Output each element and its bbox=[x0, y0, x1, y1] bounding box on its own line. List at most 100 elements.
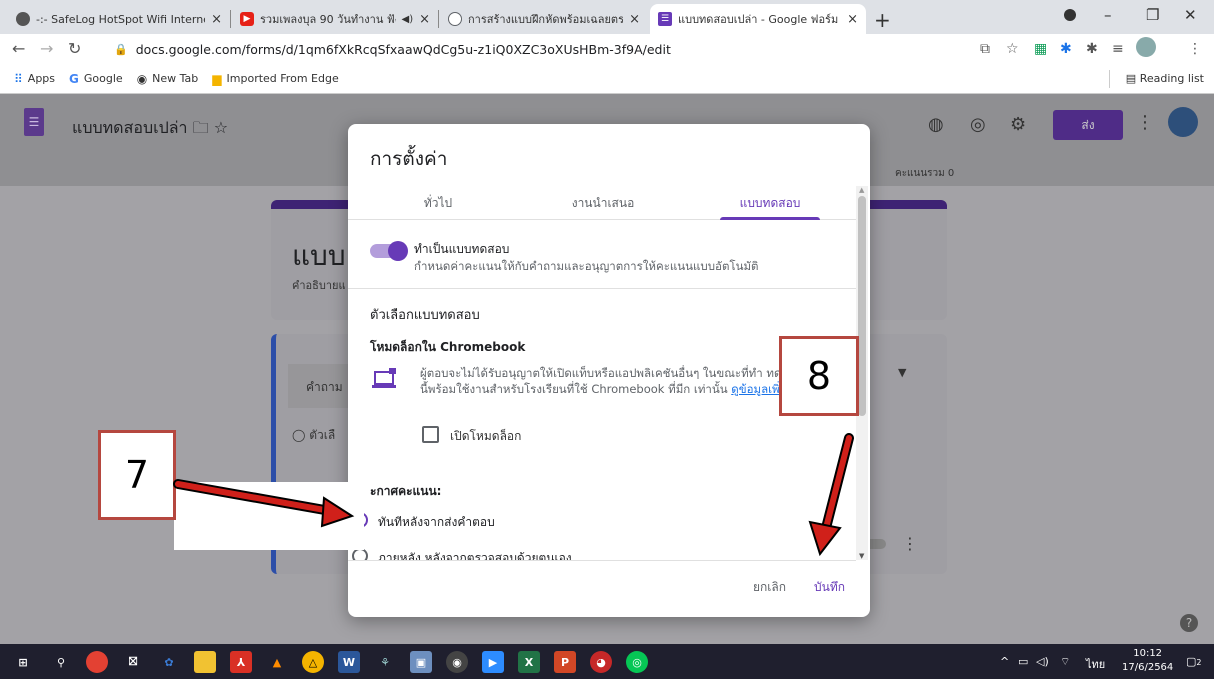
address-bar[interactable]: 🔒 docs.google.com/forms/d/1qm6fXkRcqSfxa… bbox=[104, 37, 964, 61]
back-button[interactable]: ← bbox=[12, 39, 25, 58]
avatar[interactable] bbox=[1168, 107, 1198, 137]
preview-eye-icon[interactable]: ◎ bbox=[970, 114, 986, 135]
locked-mode-checkbox[interactable] bbox=[422, 426, 439, 443]
form-title[interactable]: แบบทดสอบเปล่า 🗀 ☆ bbox=[72, 116, 228, 144]
toggle-knob bbox=[388, 241, 408, 261]
card-description[interactable]: คำอธิบายแ bbox=[292, 276, 346, 294]
browser-tabstrip: -:- SafeLog HotSpot Wifi Internet × ▶ รว… bbox=[0, 0, 1214, 34]
question-more-icon[interactable]: ⋮ bbox=[902, 534, 918, 553]
tab-separator bbox=[230, 10, 231, 28]
network-icon[interactable]: ⌔ bbox=[1060, 655, 1070, 669]
dialog-footer: ยกเลิก บันทึก bbox=[348, 560, 870, 617]
camera-icon[interactable]: ◉ bbox=[446, 651, 468, 673]
scrollbar-thumb[interactable] bbox=[858, 196, 866, 416]
help-icon[interactable]: ? bbox=[1180, 614, 1198, 632]
tab-tutorial[interactable]: การสร้างแบบฝึกหัดพร้อมเฉลยตรวจอัตโนมั × bbox=[440, 4, 648, 34]
restore-button[interactable]: ❐ bbox=[1146, 6, 1159, 24]
close-tab-icon[interactable]: × bbox=[847, 12, 858, 27]
tab-quizzes[interactable]: แบบทดสอบ bbox=[720, 186, 820, 220]
forward-button[interactable]: → bbox=[40, 39, 53, 58]
reading-list-icon[interactable]: ≡ bbox=[1112, 41, 1124, 57]
more-menu-icon[interactable]: ⋮ bbox=[1136, 112, 1154, 133]
card-title[interactable]: แบบ bbox=[292, 234, 346, 278]
tab-presentation[interactable]: งานนำเสนอ bbox=[548, 186, 658, 220]
windows-start-icon[interactable]: ⊞ bbox=[12, 651, 34, 673]
bookmark-google[interactable]: G Google bbox=[69, 72, 123, 86]
close-tab-icon[interactable]: × bbox=[211, 12, 222, 27]
scroll-down-icon[interactable]: ▼ bbox=[859, 552, 864, 560]
scroll-up-icon[interactable]: ▲ bbox=[859, 186, 864, 194]
settings-gear-icon[interactable]: ⚙ bbox=[1010, 114, 1026, 135]
word-icon[interactable]: W bbox=[338, 651, 360, 673]
close-tab-icon[interactable]: × bbox=[629, 12, 640, 27]
tab-general[interactable]: ทั่วไป bbox=[388, 186, 488, 220]
app-icon[interactable]: ✿ bbox=[158, 651, 180, 673]
tray-chevron-icon[interactable]: ^ bbox=[1000, 655, 1009, 668]
app-icon[interactable]: ⚘ bbox=[374, 651, 396, 673]
language-indicator[interactable]: ไทย bbox=[1086, 655, 1105, 673]
make-quiz-description: กำหนดค่าคะแนนให้กับคำถามและอนุญาตการให้ค… bbox=[414, 259, 759, 273]
cancel-button[interactable]: ยกเลิก bbox=[753, 578, 786, 597]
bookmarks-bar: ⠿ Apps G Google ◉ New Tab ▆ Imported From Ed… bbox=[0, 64, 1214, 94]
bookmark-star-icon[interactable]: ☆ bbox=[1006, 41, 1019, 57]
zoom-icon[interactable]: ▶ bbox=[482, 651, 504, 673]
extension-icon[interactable]: ✱ bbox=[1060, 41, 1072, 57]
annotation-white-patch bbox=[174, 482, 364, 550]
youtube-icon: ▶ bbox=[240, 12, 254, 26]
audio-icon[interactable]: ◀) bbox=[402, 14, 414, 25]
divider bbox=[1109, 70, 1110, 88]
profile-avatar[interactable] bbox=[1136, 37, 1156, 57]
globe-icon: ◉ bbox=[136, 71, 148, 86]
clock[interactable]: 10:12 17/6/2564 bbox=[1122, 647, 1173, 675]
chrome-icon[interactable] bbox=[86, 651, 108, 673]
question-type-dropdown[interactable]: ▼ bbox=[898, 366, 906, 379]
minimize-button[interactable]: – bbox=[1104, 6, 1112, 24]
volume-icon[interactable]: ◁) bbox=[1036, 655, 1049, 668]
battery-icon[interactable]: ▭ bbox=[1018, 655, 1028, 668]
line-icon[interactable]: ◎ bbox=[626, 651, 648, 673]
app-icon[interactable]: ▣ bbox=[410, 651, 432, 673]
reload-button[interactable]: ↻ bbox=[68, 39, 81, 58]
palette-icon[interactable]: ◍ bbox=[928, 114, 944, 135]
radio-icon: ◯ bbox=[292, 428, 310, 442]
vlc-icon[interactable]: ▲ bbox=[266, 651, 288, 673]
bookmark-new-tab[interactable]: ◉ New Tab bbox=[137, 72, 199, 86]
profile-indicator-icon[interactable] bbox=[1064, 9, 1076, 21]
chrome-menu-icon[interactable]: ⋮ bbox=[1188, 41, 1202, 57]
extensions-puzzle-icon[interactable]: ✱ bbox=[1086, 41, 1098, 57]
close-window-button[interactable]: ✕ bbox=[1184, 6, 1197, 24]
option-row[interactable]: ◯ ตัวเลื bbox=[292, 426, 335, 445]
sheets-extension-icon[interactable]: ▦ bbox=[1034, 41, 1047, 57]
search-icon[interactable]: ⚲ bbox=[50, 651, 72, 673]
new-tab-button[interactable]: + bbox=[874, 8, 891, 32]
app-icon[interactable]: △ bbox=[302, 651, 324, 673]
lock-icon: 🔒 bbox=[114, 42, 128, 56]
dialog-title: การตั้งค่า bbox=[370, 148, 448, 170]
app-icon[interactable]: ◕ bbox=[590, 651, 612, 673]
store-icon[interactable]: ⛝ bbox=[122, 651, 144, 673]
save-button[interactable]: บันทึก bbox=[814, 578, 845, 597]
reading-list-button[interactable]: ▤ Reading list bbox=[1126, 72, 1204, 85]
forms-logo-icon[interactable]: ☰ bbox=[24, 108, 44, 136]
star-icon[interactable]: ☆ bbox=[214, 118, 228, 137]
make-quiz-label: ทำเป็นแบบทดสอบ bbox=[414, 242, 510, 256]
bookmark-apps[interactable]: ⠿ Apps bbox=[14, 72, 55, 86]
acrobat-icon[interactable]: ⅄ bbox=[230, 651, 252, 673]
dialog-tabs: ทั่วไป งานนำเสนอ แบบทดสอบ bbox=[348, 186, 856, 220]
powerpoint-icon[interactable]: P bbox=[554, 651, 576, 673]
locked-mode-checkbox-label: เปิดโหมดล็อก bbox=[450, 429, 522, 443]
close-tab-icon[interactable]: × bbox=[419, 12, 430, 27]
make-quiz-toggle[interactable] bbox=[370, 241, 408, 261]
notifications-icon[interactable]: ▢2 bbox=[1186, 655, 1202, 668]
globe-icon bbox=[16, 12, 30, 26]
file-explorer-icon[interactable] bbox=[194, 651, 216, 673]
send-button[interactable]: ส่ง bbox=[1053, 110, 1123, 140]
tab-youtube[interactable]: ▶ รวมเพลงบุล 90 วันทำงาน ฟังกันแ ◀) × bbox=[232, 4, 438, 34]
tab-safelog[interactable]: -:- SafeLog HotSpot Wifi Internet × bbox=[8, 4, 230, 34]
bookmark-folder-edge[interactable]: ▆ Imported From Edge bbox=[212, 72, 338, 86]
excel-icon[interactable]: X bbox=[518, 651, 540, 673]
release-later-label: ภายหลัง หลังจากตรวจสอบด้วยตนเอง bbox=[378, 551, 572, 560]
translate-icon[interactable]: ⧉ bbox=[980, 41, 990, 57]
folder-icon[interactable]: 🗀 bbox=[193, 118, 209, 137]
tab-google-forms[interactable]: ☰ แบบทดสอบเปล่า - Google ฟอร์ม × bbox=[650, 4, 866, 34]
